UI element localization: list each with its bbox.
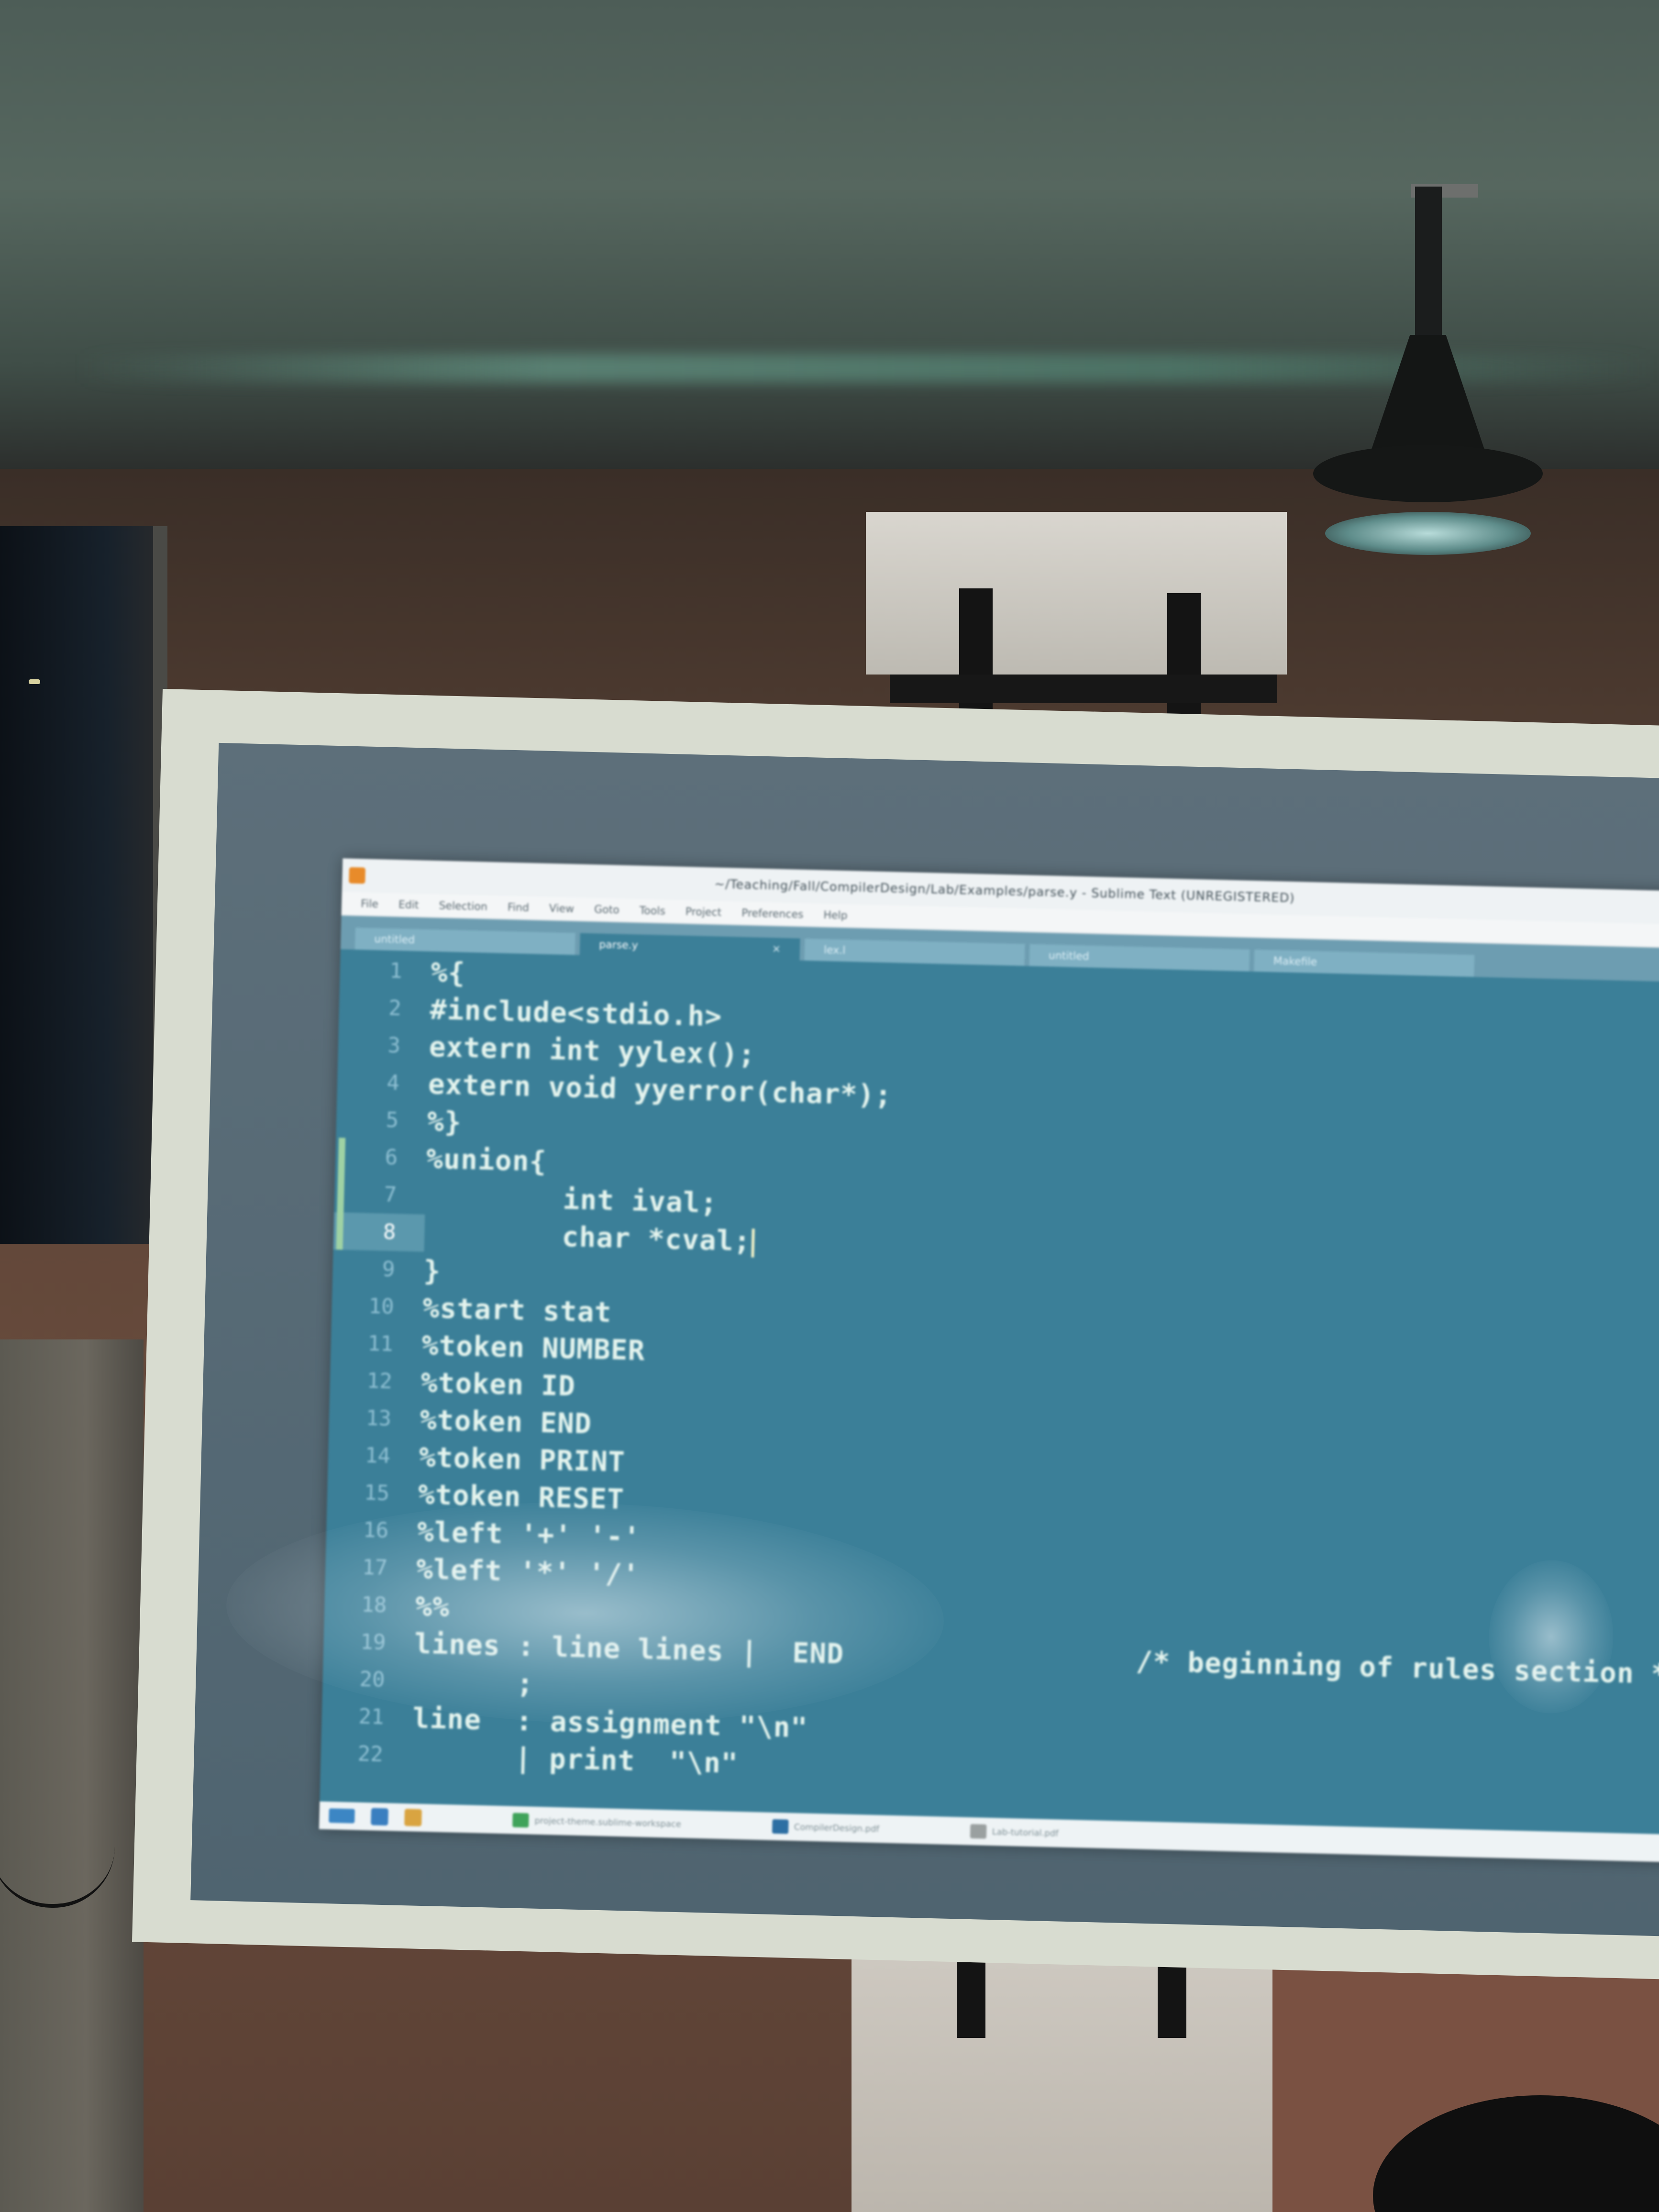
line-number: 4 — [386, 1070, 400, 1095]
taskbar-item-label: Lab-tutorial.pdf — [992, 1826, 1059, 1838]
taskbar-item[interactable]: Lab-tutorial.pdf — [970, 1824, 1059, 1841]
menu-help[interactable]: Help — [823, 909, 848, 921]
menu-tools[interactable]: Tools — [639, 905, 665, 917]
line-number: 18 — [361, 1592, 387, 1618]
code-line-text: extern int yylex(); — [429, 1030, 756, 1071]
line-number: 12 — [366, 1368, 393, 1394]
menu-goto[interactable]: Goto — [594, 904, 619, 916]
line-number: 10 — [368, 1294, 395, 1319]
code-line-text: %token ID — [420, 1366, 576, 1403]
line-number: 14 — [365, 1443, 391, 1469]
line-number: 22 — [357, 1741, 384, 1767]
menu-view[interactable]: View — [549, 902, 575, 915]
line-number: 1 — [389, 958, 403, 984]
sublime-app-icon — [349, 867, 366, 884]
indicator-light — [29, 679, 40, 684]
line-number: 11 — [367, 1331, 394, 1357]
tab-label: parse.y — [598, 938, 639, 951]
line-number: 13 — [365, 1405, 392, 1431]
tab-label: untitled — [1048, 949, 1090, 962]
menu-edit[interactable]: Edit — [398, 899, 419, 911]
screen-mount-bar — [890, 675, 1277, 703]
screen-mount-bottom — [852, 1933, 1272, 2212]
line-number: 6 — [335, 1138, 427, 1177]
browser-icon[interactable] — [371, 1808, 388, 1826]
line-number: 17 — [362, 1555, 388, 1581]
code-line-text: %union{ — [426, 1142, 547, 1178]
line-number: 19 — [360, 1629, 387, 1655]
code-line-text: %} — [427, 1105, 462, 1139]
doorway — [0, 526, 167, 1244]
menu-selection[interactable]: Selection — [439, 900, 487, 913]
line-number: 3 — [387, 1033, 401, 1058]
taskbar-item-label: project-theme.sublime-workspace — [534, 1815, 682, 1829]
code-line-text: | print "\n" — [411, 1739, 739, 1780]
code-area[interactable]: %{#include<stdio.h> extern int yylex(); ex… — [411, 951, 1659, 1822]
code-line-text: #include<stdio.h> — [429, 993, 723, 1033]
menu-file[interactable]: File — [361, 898, 378, 910]
line-number: 16 — [363, 1517, 389, 1543]
document-icon — [970, 1824, 987, 1839]
folder-icon — [772, 1819, 789, 1834]
code-line-text: %token END — [420, 1403, 592, 1440]
code-line-text: } — [423, 1254, 442, 1287]
taskbar-item[interactable]: CompilerDesign.pdf — [772, 1819, 879, 1836]
files-icon[interactable] — [404, 1809, 422, 1826]
line-number: 21 — [358, 1704, 385, 1729]
code-line-text: %start stat — [422, 1291, 612, 1329]
tab-label: untitled — [374, 933, 415, 946]
screen-surface: ~/Teaching/Fall/CompilerDesign/Lab/Examp… — [190, 742, 1659, 1938]
code-line-text: %token PRINT — [419, 1440, 626, 1479]
classroom-photo: ~/Teaching/Fall/CompilerDesign/Lab/Examp… — [0, 0, 1659, 2212]
code-line-text: int ival; — [425, 1179, 718, 1219]
line-number: 5 — [385, 1107, 399, 1133]
line-number: 7 — [334, 1175, 426, 1215]
screen-mount-top — [866, 512, 1287, 675]
line-number: 2 — [388, 995, 402, 1021]
editor-pane[interactable]: 1 2 3 4 5 6 7 8 9 10 11 12 13 14 15 16 17 18 19 20 21 22 %{#i… — [320, 949, 1659, 1825]
window-title: ~/Teaching/Fall/CompilerDesign/Lab/Examp… — [714, 877, 1295, 906]
close-icon[interactable]: × — [772, 943, 781, 955]
tab-label: lex.l — [823, 944, 846, 957]
line-number: 9 — [382, 1257, 396, 1282]
projector-pole — [1415, 187, 1442, 349]
taskbar-item-label: CompilerDesign.pdf — [794, 1822, 880, 1834]
menu-preferences[interactable]: Preferences — [741, 907, 804, 920]
code-line-text: %% — [415, 1590, 450, 1624]
line-number: 20 — [359, 1667, 386, 1692]
wall-panel — [0, 1339, 144, 2212]
text-cursor — [751, 1228, 755, 1258]
projector-lens — [1325, 512, 1531, 555]
code-line-text: %left '*' '/' — [416, 1552, 640, 1591]
start-button[interactable] — [329, 1808, 355, 1824]
projection-screen: ~/Teaching/Fall/CompilerDesign/Lab/Examp… — [132, 689, 1659, 1982]
code-line-text: %left '+' '-' — [417, 1515, 641, 1553]
menu-find[interactable]: Find — [508, 901, 530, 914]
code-line-text: %token RESET — [418, 1478, 625, 1516]
code-line-text: ; — [413, 1664, 534, 1700]
taskbar-item[interactable]: project-theme.sublime-workspace — [512, 1813, 681, 1832]
sublime-text-window: ~/Teaching/Fall/CompilerDesign/Lab/Examp… — [319, 858, 1659, 1867]
code-line-text: %token NUMBER — [421, 1328, 646, 1367]
tab-label: Makefile — [1273, 955, 1317, 968]
projector-base — [1313, 445, 1543, 502]
terminal-icon — [512, 1813, 529, 1828]
line-number: 8 — [333, 1212, 425, 1252]
code-line-text: line : assignment "\n" — [412, 1702, 808, 1744]
code-line-text: %{ — [430, 955, 466, 989]
menu-project[interactable]: Project — [686, 906, 722, 918]
code-line-text: char *cval; — [424, 1217, 752, 1258]
line-number: 15 — [364, 1480, 390, 1506]
